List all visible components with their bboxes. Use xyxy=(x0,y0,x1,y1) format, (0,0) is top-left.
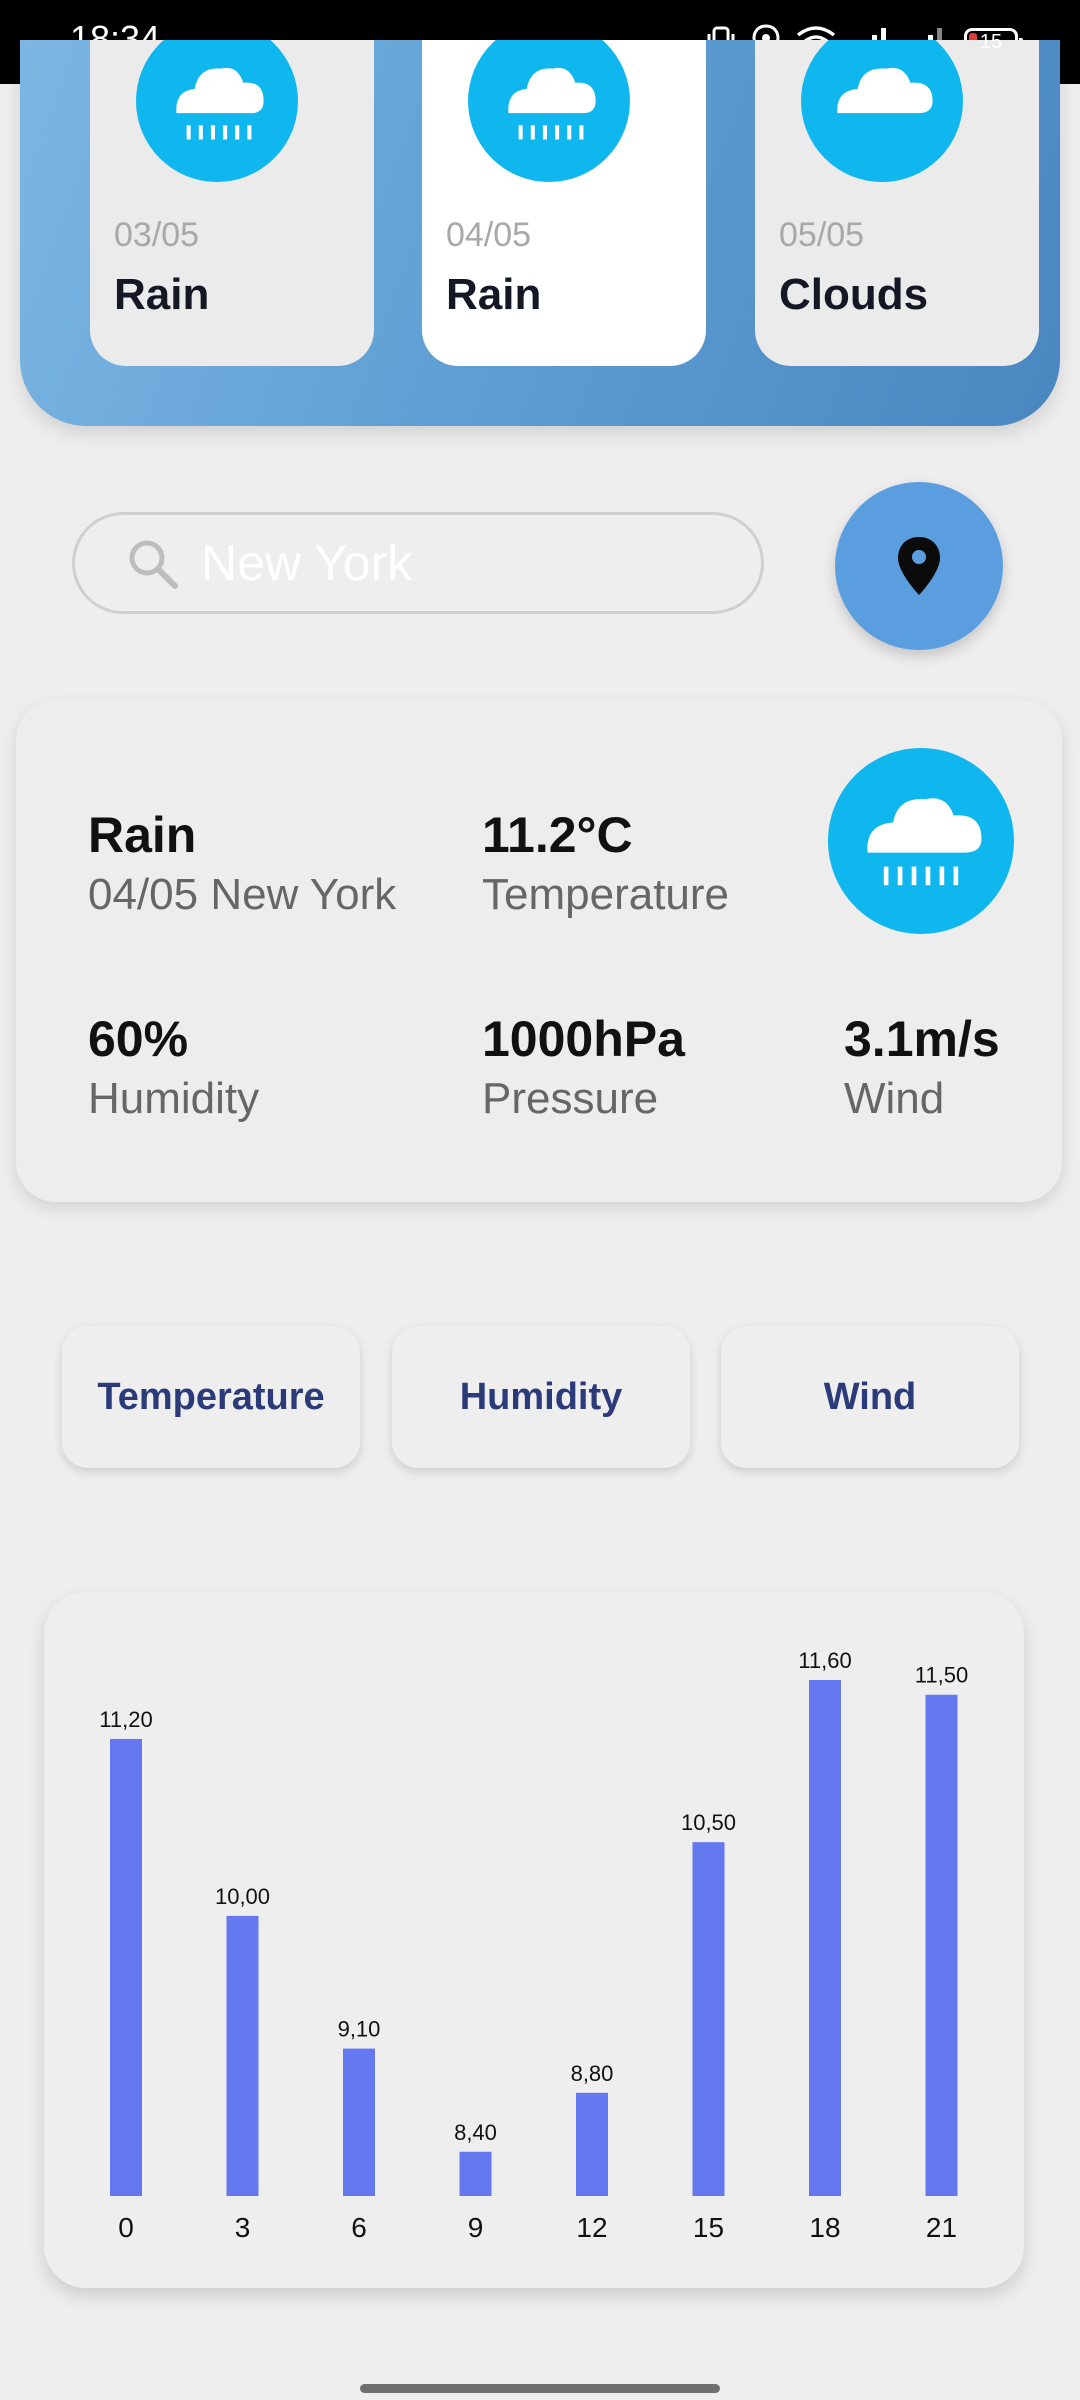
chart-bar xyxy=(925,1694,958,2196)
chart-x-tick-label: 18 xyxy=(809,2212,840,2243)
forecast-day-date: 03/05 xyxy=(114,216,200,254)
cloud-icon xyxy=(801,40,963,182)
chart-bar xyxy=(459,2151,492,2196)
chart-bar xyxy=(343,2048,375,2196)
forecast-day-date: 04/05 xyxy=(446,216,532,254)
rain-cloud-icon xyxy=(136,40,298,182)
city-search-bar[interactable] xyxy=(72,512,764,614)
tab-humidity[interactable]: Humidity xyxy=(392,1326,690,1468)
wind-value: 3.1m/s xyxy=(844,1011,1000,1067)
chart-x-tick-label: 9 xyxy=(468,2212,484,2243)
chart-x-tick-label: 21 xyxy=(926,2212,957,2243)
pressure-block: 1000hPa Pressure xyxy=(482,1010,685,1124)
city-search-input[interactable] xyxy=(199,533,723,593)
chart-x-tick-label: 12 xyxy=(576,2212,607,2243)
chart-value-label: 8,40 xyxy=(454,2120,497,2145)
humidity-label: Humidity xyxy=(88,1074,260,1123)
chart-x-tick-label: 15 xyxy=(693,2212,724,2243)
hourly-bar-chart: 11,20 0 10,00 3 9,10 6 8,40 9 8,80 12 10,50 15 11,60… xyxy=(99,1648,968,2243)
chart-bar xyxy=(110,1738,142,2196)
chart-value-label: 11,20 xyxy=(99,1707,152,1732)
humidity-block: 60% Humidity xyxy=(88,1010,259,1124)
chart-value-label: 11,60 xyxy=(798,1648,851,1673)
pressure-value: 1000hPa xyxy=(482,1011,685,1067)
chart-x-tick-label: 3 xyxy=(235,2212,251,2243)
chart-value-label: 8,80 xyxy=(571,2061,614,2086)
chart-x-tick-label: 6 xyxy=(351,2212,367,2243)
chart-value-label: 11,50 xyxy=(915,1663,968,1688)
wind-block: 3.1m/s Wind xyxy=(844,1010,1000,1124)
location-pin-icon xyxy=(898,537,940,595)
chart-bar xyxy=(809,1680,841,2196)
home-indicator[interactable] xyxy=(360,2384,720,2393)
chart-x-tick-label: 0 xyxy=(118,2212,134,2243)
tab-wind[interactable]: Wind xyxy=(721,1326,1019,1468)
forecast-day-card[interactable]: 03/05 Rain xyxy=(90,40,374,366)
condition-block: Rain 04/05 New York xyxy=(88,806,396,920)
tab-temperature[interactable]: Temperature xyxy=(62,1326,360,1468)
pressure-label: Pressure xyxy=(482,1074,659,1123)
current-weather-card: Rain 04/05 New York 11.2°C Temperature 6… xyxy=(16,700,1062,1202)
humidity-value: 60% xyxy=(88,1011,189,1067)
rain-cloud-icon xyxy=(828,748,1014,934)
forecast-day-date: 05/05 xyxy=(779,216,865,254)
forecast-day-condition: Rain xyxy=(114,270,210,319)
battery-level: 15 xyxy=(979,31,1003,53)
temperature-label: Temperature xyxy=(482,870,730,919)
hourly-chart-card: 11,20 0 10,00 3 9,10 6 8,40 9 8,80 12 10,50 15 11,60… xyxy=(44,1592,1024,2288)
forecast-day-card[interactable]: 05/05 Clouds xyxy=(755,40,1039,366)
temperature-block: 11.2°C Temperature xyxy=(482,806,729,920)
location-button[interactable] xyxy=(835,482,1003,650)
forecast-banner: 03/05 Rain 04/05 Rain 05/05 Clouds xyxy=(20,40,1060,426)
chart-value-label: 9,10 xyxy=(338,2017,381,2042)
chart-value-label: 10,00 xyxy=(215,1884,270,1909)
rain-cloud-icon xyxy=(468,40,630,182)
temperature-value: 11.2°C xyxy=(482,807,633,863)
search-icon xyxy=(129,540,178,589)
wind-label: Wind xyxy=(844,1074,945,1123)
current-condition: Rain xyxy=(88,807,197,863)
forecast-day-card-selected[interactable]: 04/05 Rain xyxy=(422,40,706,366)
chart-bar xyxy=(692,1842,725,2196)
chart-bar xyxy=(576,2092,608,2196)
forecast-day-condition: Clouds xyxy=(779,270,929,319)
chart-bar xyxy=(226,1915,259,2196)
chart-value-label: 10,50 xyxy=(681,1810,736,1835)
current-date-city: 04/05 New York xyxy=(88,870,397,919)
forecast-day-condition: Rain xyxy=(446,270,542,319)
